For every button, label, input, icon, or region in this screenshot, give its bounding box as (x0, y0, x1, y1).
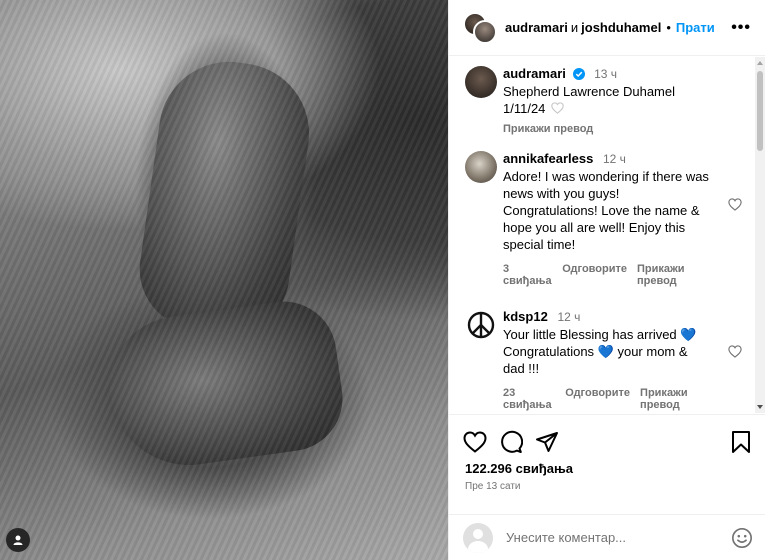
avatar[interactable] (465, 309, 497, 341)
comment-item: annikafearless 12 ч Adore! I was wonderi… (449, 135, 756, 287)
likes-total[interactable]: 122.296 свиђања (465, 461, 573, 476)
comment-line: Congratulations 💙 your mom & (503, 344, 688, 359)
caption-line: Shepherd Lawrence Duhamel (503, 84, 675, 99)
header-separator: • (666, 20, 671, 35)
comment-body: annikafearless 12 ч Adore! I was wonderi… (503, 151, 742, 287)
see-translation-button[interactable]: Прикажи превод (637, 263, 714, 287)
post-details-panel: audramari и joshduhamel • Прати ••• audram… (448, 0, 765, 560)
comment-icon[interactable] (499, 430, 523, 454)
comment-username[interactable]: kdsp12 (503, 309, 548, 324)
user-icon (13, 535, 23, 545)
follow-button[interactable]: Прати (676, 20, 715, 35)
avatar (463, 522, 493, 553)
heart-icon[interactable] (463, 430, 487, 453)
comment-line: special time! (503, 237, 576, 252)
avatar[interactable] (465, 151, 497, 183)
post-authors: audramari и joshduhamel (505, 20, 661, 35)
post-modal: audramari и joshduhamel • Прати ••• audram… (0, 0, 765, 560)
comment-line: hope you all are well! Enjoy this (503, 220, 686, 235)
comment-line: dad !!! (503, 361, 540, 376)
post-timestamp[interactable]: Пре 13 сати (465, 481, 521, 492)
caption: audramari 13 ч Shepherd Lawrence Duhamel… (449, 57, 756, 135)
comment-body: kdsp12 12 ч Your little Blessing has arr… (503, 309, 742, 411)
heart-icon[interactable] (728, 345, 742, 358)
caption-text: Shepherd Lawrence Duhamel 1/11/24 (503, 83, 714, 117)
comments-list[interactable]: audramari 13 ч Shepherd Lawrence Duhamel… (449, 57, 756, 413)
scroll-down-arrow[interactable] (757, 405, 763, 409)
author-username[interactable]: joshduhamel (581, 20, 661, 35)
comment-text: Your little Blessing has arrived 💙 Congr… (503, 326, 714, 377)
scroll-up-arrow[interactable] (757, 61, 763, 65)
comment-input[interactable] (506, 530, 731, 545)
caption-date: 1/11/24 (503, 101, 546, 116)
comment-time[interactable]: 12 ч (603, 152, 626, 166)
more-options-icon[interactable]: ••• (731, 19, 751, 37)
comment-username[interactable]: annikafearless (503, 151, 593, 166)
collab-avatars[interactable] (463, 11, 497, 44)
reply-button[interactable]: Одговорите (565, 387, 630, 411)
heart-icon[interactable] (728, 198, 742, 211)
likes-count[interactable]: 3 свиђања (503, 263, 552, 287)
tagged-users-button[interactable] (6, 528, 30, 552)
post-actions (449, 414, 765, 454)
add-comment-bar (449, 514, 765, 560)
scroll-thumb[interactable] (757, 71, 763, 151)
share-icon[interactable] (535, 430, 559, 454)
verified-badge-icon (572, 68, 585, 80)
comment-meta: 23 свиђања Одговорите Прикажи превод (503, 387, 714, 411)
author-conjunction: и (570, 20, 579, 35)
comment-item: kdsp12 12 ч Your little Blessing has arr… (449, 287, 756, 411)
comment-time[interactable]: 13 ч (594, 67, 617, 81)
author-username[interactable]: audramari (505, 20, 568, 35)
comment-line: news with you guys! (503, 186, 620, 201)
comment-body: audramari 13 ч Shepherd Lawrence Duhamel… (503, 66, 742, 135)
comment-line: Congratulations! Love the name & (503, 203, 700, 218)
likes-count[interactable]: 23 свиђања (503, 387, 555, 411)
comment-line: Your little Blessing has arrived 💙 (503, 327, 697, 342)
comment-item-partial (449, 411, 756, 413)
comment-line: Adore! I was wondering if there was (503, 169, 709, 184)
see-translation-button[interactable]: Прикажи превод (503, 123, 593, 135)
comment-username[interactable]: audramari (503, 66, 566, 81)
post-photo[interactable] (0, 0, 448, 560)
caption-line: 1/11/24 (503, 100, 714, 117)
comments-scrollbar[interactable] (755, 57, 765, 413)
baby-foot-upper (131, 52, 319, 342)
reply-button[interactable]: Одговорите (562, 263, 627, 287)
comment-text: Adore! I was wondering if there was news… (503, 168, 714, 253)
peace-sign-icon (467, 311, 495, 339)
emoji-icon[interactable] (731, 527, 753, 549)
see-translation-button[interactable]: Прикажи превод (640, 387, 714, 411)
avatar (473, 19, 497, 44)
baby-foot-lower (100, 294, 350, 476)
post-header: audramari и joshduhamel • Прати ••• (449, 0, 765, 56)
comment-meta: 3 свиђања Одговорите Прикажи превод (503, 263, 714, 287)
avatar[interactable] (465, 66, 497, 98)
comment-time[interactable]: 12 ч (557, 310, 580, 324)
bookmark-icon[interactable] (731, 430, 751, 454)
heart-icon[interactable] (551, 102, 564, 114)
comment-meta: Прикажи превод (503, 123, 714, 135)
